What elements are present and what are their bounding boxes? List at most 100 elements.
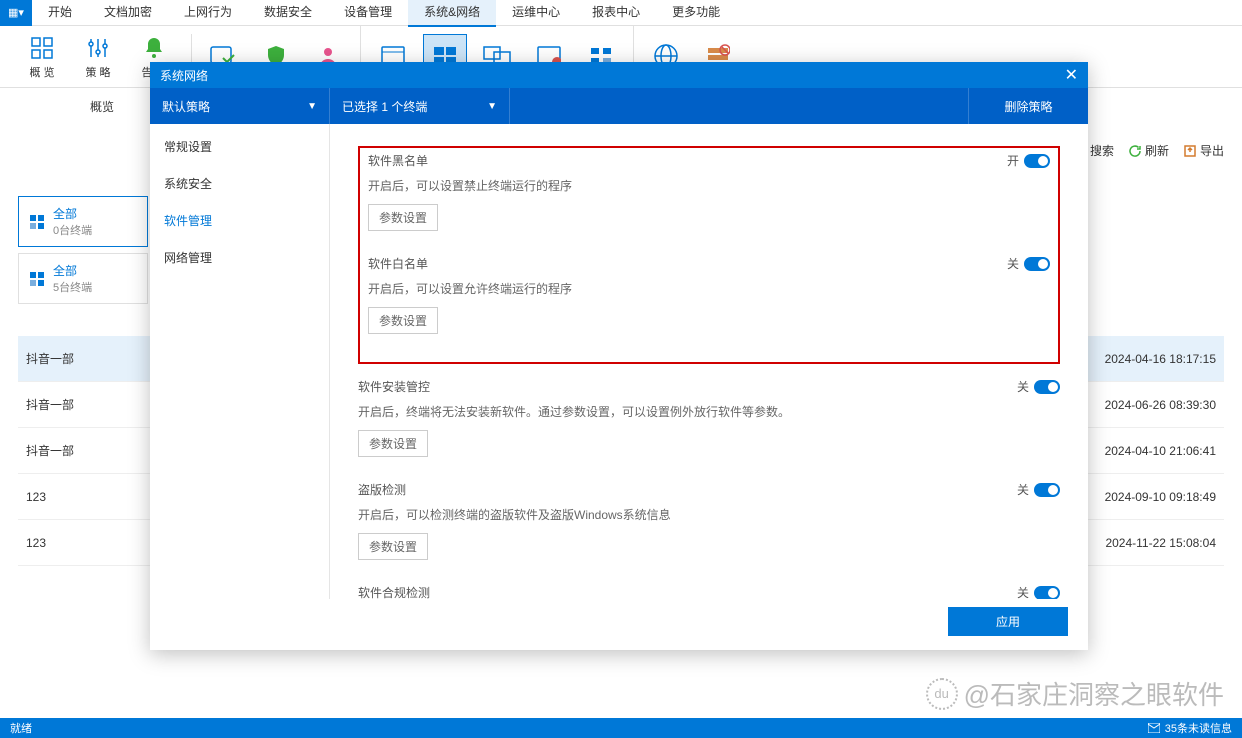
status-left: 就绪 (10, 720, 32, 736)
menubar-item[interactable]: 报表中心 (576, 0, 656, 27)
ribbon-btn-strategy[interactable]: 策 略 (72, 30, 124, 84)
param-settings-button[interactable]: 参数设置 (368, 204, 438, 231)
modal-nav-item[interactable]: 常规设置 (150, 128, 329, 165)
chevron-down-icon: ▼ (307, 101, 317, 112)
toolbar-label: 导出 (1200, 142, 1224, 159)
menubar-item[interactable]: 运维中心 (496, 0, 576, 27)
toolbar-label: 刷新 (1145, 142, 1169, 159)
tree-panel: 全部0台终端全部5台终端 (18, 196, 148, 310)
menubar-item[interactable]: 数据安全 (248, 0, 328, 27)
ribbon-label: 策 略 (85, 64, 110, 80)
menubar-item[interactable]: 上网行为 (168, 0, 248, 27)
apply-button[interactable]: 应用 (948, 607, 1068, 636)
tree-label: 全部 (53, 262, 92, 279)
modal-content: 软件黑名单开开启后，可以设置禁止终端运行的程序参数设置软件白名单关开启后，可以设… (330, 124, 1088, 599)
refresh-icon (1128, 144, 1142, 158)
status-right-text: 35条未读信息 (1165, 720, 1232, 736)
menubar-item[interactable]: 设备管理 (328, 0, 408, 27)
toggle-switch[interactable] (1034, 380, 1060, 394)
setting-title: 软件白名单 (368, 255, 428, 272)
setting-block: 软件合规检测关开启后，可以检测终端是否安装指定软件。 (358, 584, 1060, 599)
terminal-dropdown[interactable]: 已选择 1 个终端 ▼ (330, 88, 510, 124)
toggle-label: 关 (1007, 255, 1019, 272)
toggle-label: 开 (1007, 152, 1019, 169)
row-name: 抖音一部 (26, 396, 74, 413)
toggle-switch[interactable] (1034, 586, 1060, 600)
export-button[interactable]: 导出 (1183, 142, 1224, 159)
toggle-switch[interactable] (1034, 483, 1060, 497)
param-settings-button[interactable]: 参数设置 (358, 533, 428, 560)
toggle-wrap: 开 (1007, 152, 1050, 169)
toggle-wrap: 关 (1017, 378, 1060, 395)
system-network-modal: 系统网络 ✕ 默认策略 ▼ 已选择 1 个终端 ▼ 删除策略 常规设置系统安全软… (150, 62, 1088, 650)
toggle-switch[interactable] (1024, 257, 1050, 271)
menubar-item[interactable]: 文档加密 (88, 0, 168, 27)
toolbar-label: 搜索 (1090, 142, 1114, 159)
setting-desc: 开启后，终端将无法安装新软件。通过参数设置，可以设置例外放行软件等参数。 (358, 403, 1060, 420)
ribbon-label: 概 览 (29, 64, 54, 80)
dropdown-label: 默认策略 (162, 98, 210, 115)
menubar-item[interactable]: 系统&网络 (408, 0, 496, 27)
toggle-switch[interactable] (1024, 154, 1050, 168)
modal-nav-item[interactable]: 软件管理 (150, 202, 329, 239)
highlight-box: 软件黑名单开开启后，可以设置禁止终端运行的程序参数设置软件白名单关开启后，可以设… (358, 146, 1060, 364)
modal-body: 常规设置系统安全软件管理网络管理 软件黑名单开开启后，可以设置禁止终端运行的程序… (150, 124, 1088, 599)
row-name: 抖音一部 (26, 350, 74, 367)
tree-item[interactable]: 全部5台终端 (18, 253, 148, 304)
refresh-button[interactable]: 刷新 (1128, 142, 1169, 159)
setting-desc: 开启后，可以设置允许终端运行的程序 (368, 280, 1050, 297)
row-time: 2024-06-26 08:39:30 (1105, 398, 1216, 412)
paw-icon: du (926, 678, 958, 710)
delete-strategy-button[interactable]: 删除策略 (968, 88, 1088, 124)
toggle-label: 关 (1017, 584, 1029, 599)
watermark-text: @石家庄洞察之眼软件 (964, 675, 1224, 712)
param-settings-button[interactable]: 参数设置 (358, 430, 428, 457)
status-right[interactable]: 35条未读信息 (1148, 720, 1232, 736)
grid-icon (29, 214, 45, 230)
toolbar-right: 搜索 刷新 导出 (1073, 142, 1224, 159)
modal-title-text: 系统网络 (160, 67, 208, 84)
chevron-down-icon: ▼ (487, 101, 497, 112)
app-icon[interactable]: ▦▾ (0, 0, 32, 26)
setting-block: 软件白名单 关开启后，可以设置允许终端运行的程序参数设置 (368, 255, 1050, 334)
tree-item[interactable]: 全部0台终端 (18, 196, 148, 247)
bell-icon (140, 34, 168, 62)
setting-desc: 开启后，可以检测终端的盗版软件及盗版Windows系统信息 (358, 506, 1060, 523)
grid-icon (28, 34, 56, 62)
toggle-label: 关 (1017, 481, 1029, 498)
modal-titlebar: 系统网络 ✕ (150, 62, 1088, 88)
modal-nav-item[interactable]: 网络管理 (150, 239, 329, 276)
toggle-wrap: 关 (1017, 481, 1060, 498)
modal-nav: 常规设置系统安全软件管理网络管理 (150, 124, 330, 599)
param-settings-button[interactable]: 参数设置 (368, 307, 438, 334)
grid-icon (29, 271, 45, 287)
tree-label: 全部 (53, 205, 92, 222)
modal-nav-item[interactable]: 系统安全 (150, 165, 329, 202)
row-name: 123 (26, 536, 46, 550)
modal-sub-spacer (510, 88, 968, 124)
modal-footer: 应用 (150, 599, 1088, 650)
setting-block: 软件安装管控关开启后，终端将无法安装新软件。通过参数设置，可以设置例外放行软件等… (358, 378, 1060, 457)
row-time: 2024-11-22 15:08:04 (1105, 536, 1216, 550)
close-icon[interactable]: ✕ (1065, 65, 1078, 85)
toggle-wrap: 关 (1017, 584, 1060, 599)
modal-subheader: 默认策略 ▼ 已选择 1 个终端 ▼ 删除策略 (150, 88, 1088, 124)
toggle-wrap: 关 (1007, 255, 1050, 272)
sliders-icon (84, 34, 112, 62)
strategy-dropdown[interactable]: 默认策略 ▼ (150, 88, 330, 124)
tree-sublabel: 5台终端 (53, 279, 92, 295)
menubar-item[interactable]: 开始 (32, 0, 88, 27)
message-icon (1148, 723, 1160, 733)
export-icon (1183, 144, 1197, 158)
setting-block: 软件黑名单开开启后，可以设置禁止终端运行的程序参数设置 (368, 152, 1050, 231)
menubar-item[interactable]: 更多功能 (656, 0, 736, 27)
row-time: 2024-09-10 09:18:49 (1105, 490, 1216, 504)
row-name: 抖音一部 (26, 442, 74, 459)
menubar: ▦▾ 开始文档加密上网行为数据安全设备管理系统&网络运维中心报表中心更多功能 (0, 0, 1242, 26)
setting-block: 盗版检测关开启后，可以检测终端的盗版软件及盗版Windows系统信息参数设置 (358, 481, 1060, 560)
toggle-label: 关 (1017, 378, 1029, 395)
setting-title: 软件黑名单 (368, 152, 428, 169)
ribbon-btn-overview[interactable]: 概 览 (16, 30, 68, 84)
setting-title: 软件合规检测 (358, 584, 430, 599)
dropdown-label: 已选择 1 个终端 (342, 98, 427, 115)
